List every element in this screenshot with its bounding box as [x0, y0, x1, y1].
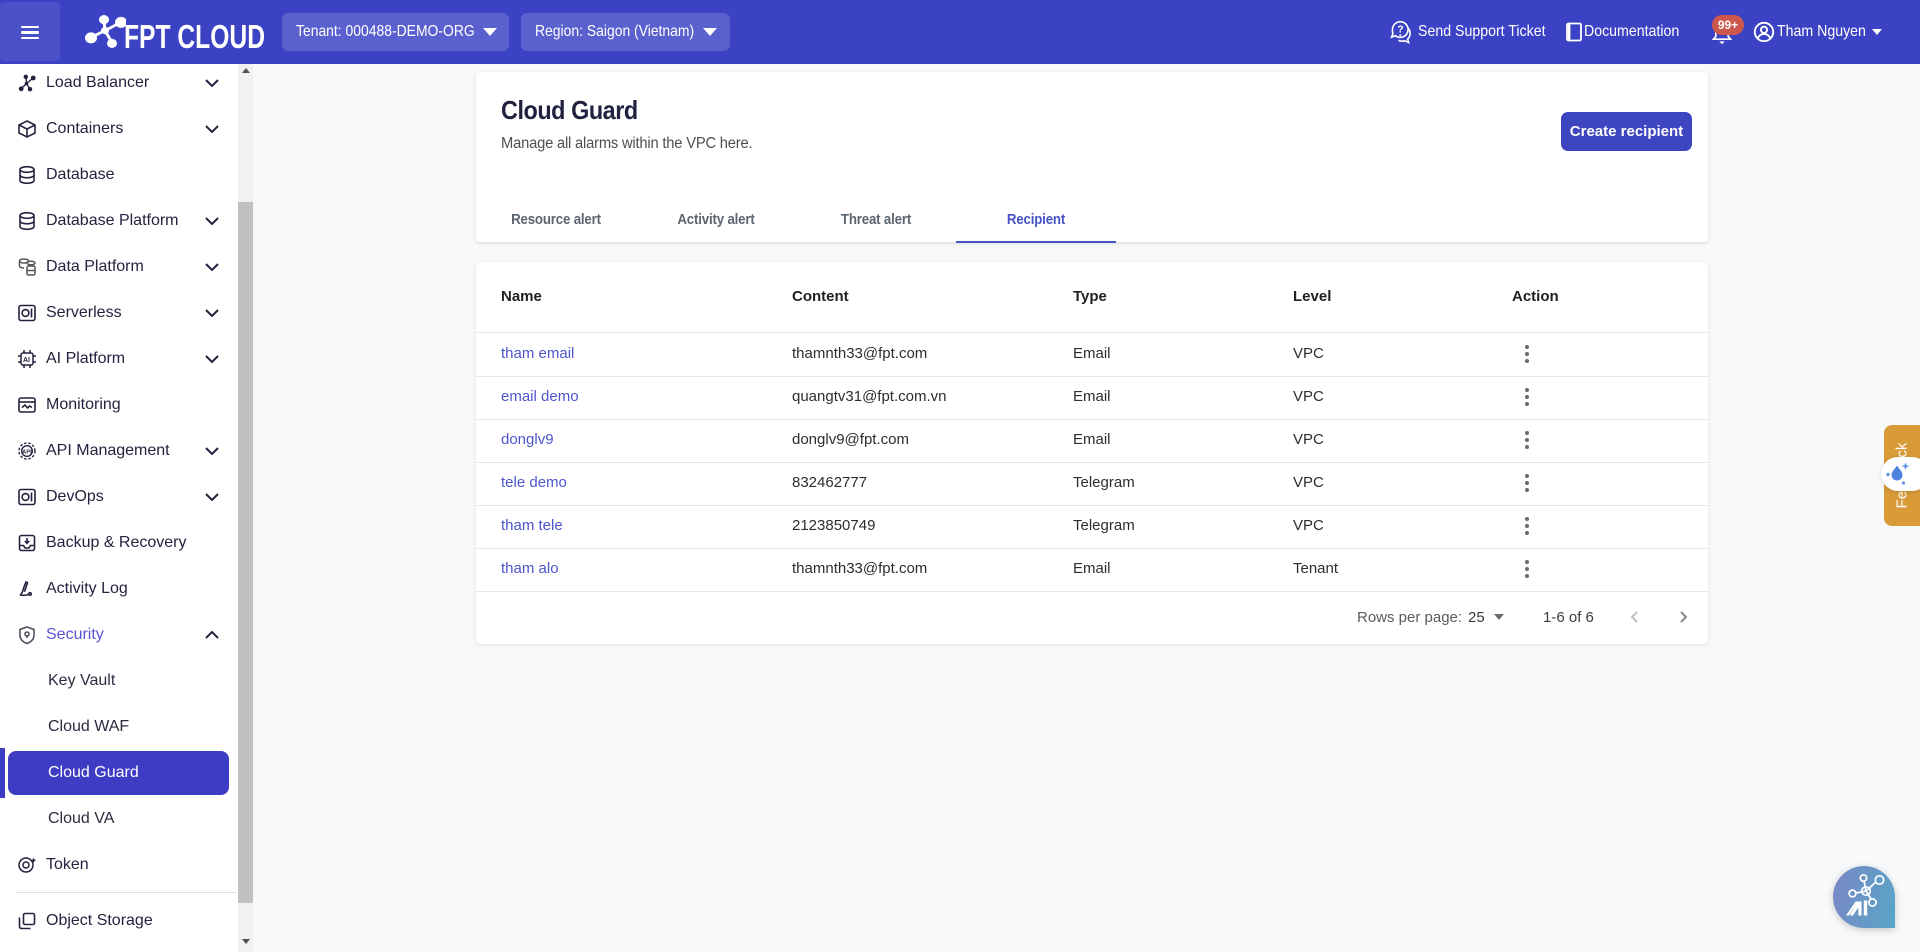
svg-text:FPT CLOUD: FPT CLOUD — [124, 18, 265, 53]
svg-text:AI: AI — [23, 357, 30, 364]
svg-text:API: API — [22, 449, 32, 455]
svg-text:?: ? — [1397, 24, 1403, 36]
